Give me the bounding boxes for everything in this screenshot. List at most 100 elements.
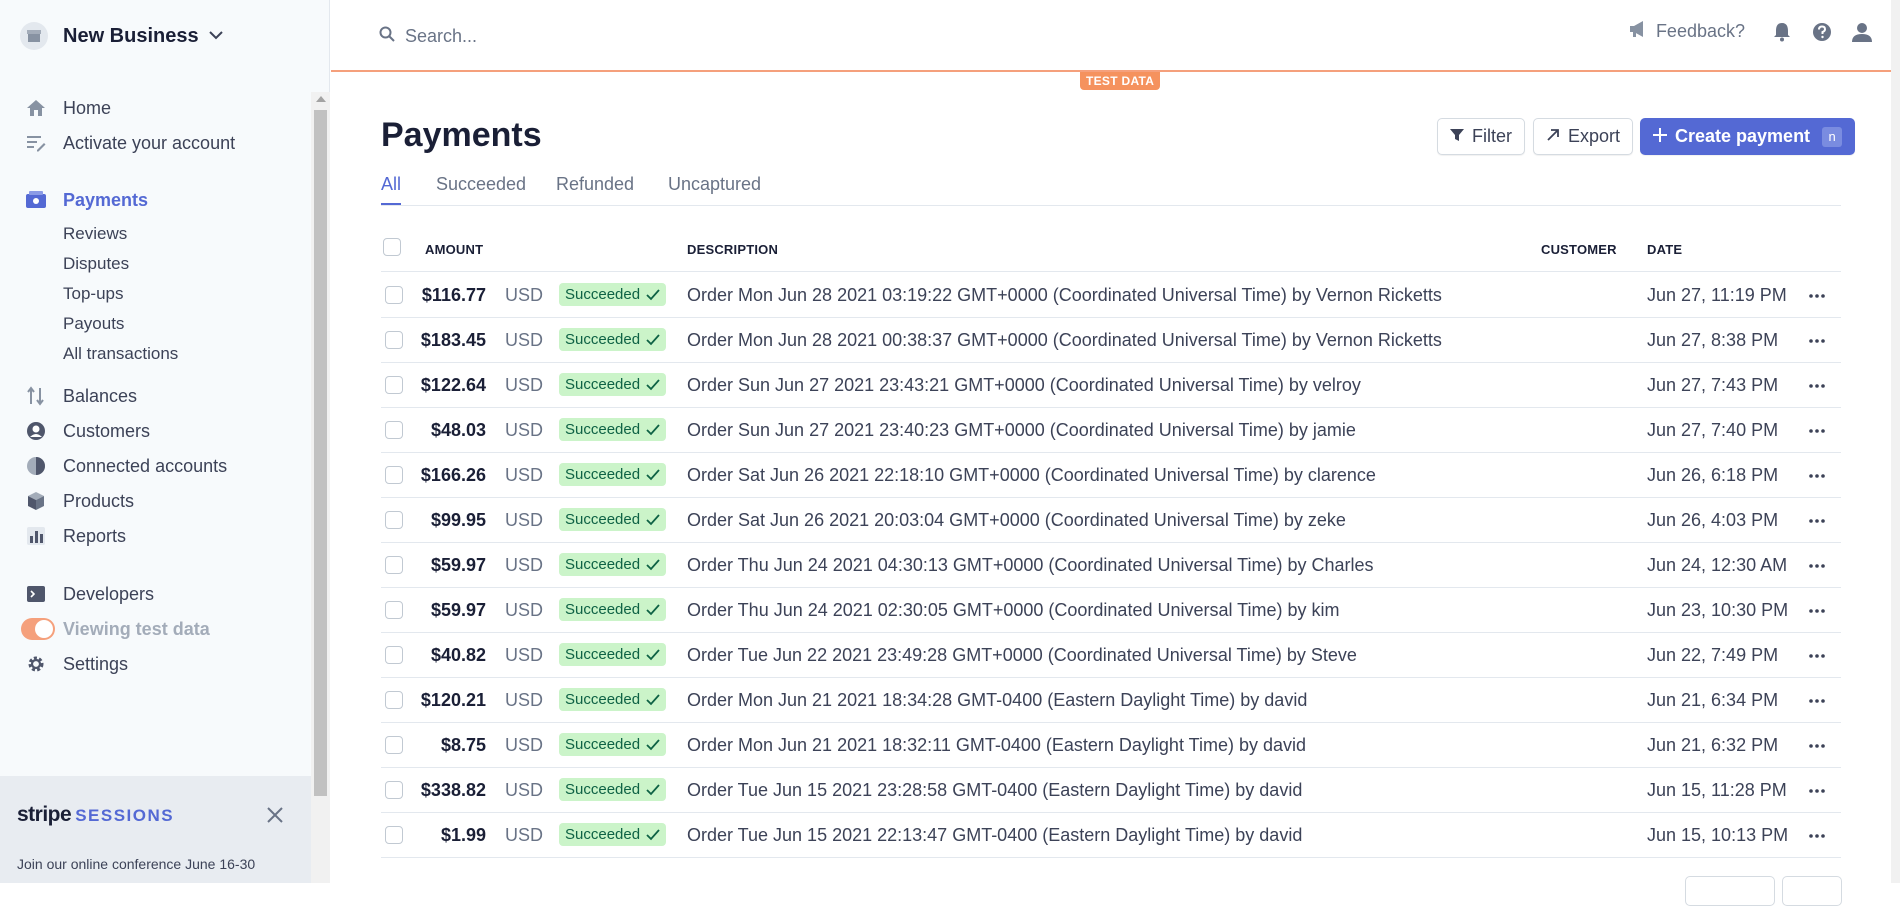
table-row[interactable]: $1.99 USD Succeeded Order Tue Jun 15 2021 2… xyxy=(381,813,1841,858)
table-row[interactable]: $183.45 USD Succeeded Order Mon Jun 28 2021… xyxy=(381,318,1841,363)
nav-balances[interactable]: Balances xyxy=(0,382,310,410)
keyboard-shortcut-hint: n xyxy=(1822,126,1843,147)
checkmark-icon xyxy=(646,288,660,300)
checkmark-icon xyxy=(646,468,660,480)
nav-developers[interactable]: Developers xyxy=(0,580,310,608)
payment-currency: USD xyxy=(505,825,544,845)
more-actions-icon[interactable] xyxy=(1805,377,1829,395)
create-payment-button[interactable]: Create payment n xyxy=(1640,118,1856,155)
checkmark-icon xyxy=(646,828,660,840)
more-actions-icon[interactable] xyxy=(1805,557,1829,575)
bell-icon[interactable] xyxy=(1771,21,1793,43)
row-checkbox[interactable] xyxy=(385,826,403,844)
table-row[interactable]: $59.97 USD Succeeded Order Thu Jun 24 2021 … xyxy=(381,588,1841,633)
close-icon[interactable] xyxy=(264,804,286,826)
column-amount[interactable]: AMOUNT xyxy=(425,242,483,257)
scroll-up-icon[interactable] xyxy=(316,96,326,102)
test-data-switch[interactable] xyxy=(21,618,55,640)
more-actions-icon[interactable] xyxy=(1805,782,1829,800)
table-row[interactable]: $338.82 USD Succeeded Order Tue Jun 15 2021… xyxy=(381,768,1841,813)
more-actions-icon[interactable] xyxy=(1805,467,1829,485)
nav-customers-label: Customers xyxy=(63,420,151,441)
tab-uncaptured[interactable]: Uncaptured xyxy=(668,174,761,203)
row-checkbox[interactable] xyxy=(385,691,403,709)
column-customer[interactable]: CUSTOMER xyxy=(1541,242,1617,257)
row-checkbox[interactable] xyxy=(385,646,403,664)
payment-currency: USD xyxy=(505,330,544,350)
tab-all[interactable]: All xyxy=(381,174,402,205)
row-checkbox[interactable] xyxy=(385,421,403,439)
tab-succeeded[interactable]: Succeeded xyxy=(436,174,526,203)
nav-activate-account[interactable]: Activate your account xyxy=(0,129,310,157)
payment-description: Order Mon Jun 28 2021 03:19:22 GMT+0000 … xyxy=(687,285,1442,305)
search-input[interactable]: Search... xyxy=(379,26,477,47)
status-badge: Succeeded xyxy=(559,283,667,306)
nav-customers[interactable]: Customers xyxy=(0,417,310,445)
help-icon[interactable] xyxy=(1811,21,1833,43)
feedback-button[interactable]: Feedback? xyxy=(1628,20,1745,43)
status-label: Succeeded xyxy=(565,646,641,663)
table-row[interactable]: $120.21 USD Succeeded Order Mon Jun 21 2021… xyxy=(381,678,1841,723)
sidebar-scrollbar[interactable] xyxy=(311,92,330,883)
nav-disputes[interactable]: Disputes xyxy=(63,254,129,274)
status-badge: Succeeded xyxy=(559,643,667,666)
account-icon[interactable] xyxy=(1851,21,1873,43)
export-button[interactable]: Export xyxy=(1533,118,1634,155)
table-row[interactable]: $8.75 USD Succeeded Order Mon Jun 21 2021 1… xyxy=(381,723,1841,768)
table-row[interactable]: $122.64 USD Succeeded Order Sun Jun 27 2021… xyxy=(381,363,1841,408)
row-checkbox[interactable] xyxy=(385,466,403,484)
table-row[interactable]: $99.95 USD Succeeded Order Sat Jun 26 2021 … xyxy=(381,498,1841,543)
nav-all-transactions[interactable]: All transactions xyxy=(63,344,178,364)
row-checkbox[interactable] xyxy=(385,376,403,394)
row-checkbox[interactable] xyxy=(385,286,403,304)
megaphone-icon xyxy=(1628,20,1648,43)
select-all-checkbox[interactable] xyxy=(383,238,401,256)
nav-top-ups[interactable]: Top-ups xyxy=(63,284,123,304)
viewing-test-data-toggle[interactable]: Viewing test data xyxy=(0,615,310,643)
table-row[interactable]: $40.82 USD Succeeded Order Tue Jun 22 2021 … xyxy=(381,633,1841,678)
nav-products[interactable]: Products xyxy=(0,487,310,515)
more-actions-icon[interactable] xyxy=(1805,512,1829,530)
payments-icon xyxy=(25,189,47,211)
nav-reviews[interactable]: Reviews xyxy=(63,224,127,244)
column-description[interactable]: DESCRIPTION xyxy=(687,242,778,257)
nav-connected-label: Connected accounts xyxy=(63,455,228,476)
more-actions-icon[interactable] xyxy=(1805,602,1829,620)
row-checkbox[interactable] xyxy=(385,781,403,799)
nav-payments-label: Payments xyxy=(63,189,149,210)
table-row[interactable]: $116.77 USD Succeeded Order Mon Jun 28 2021… xyxy=(381,273,1841,318)
more-actions-icon[interactable] xyxy=(1805,827,1829,845)
more-actions-icon[interactable] xyxy=(1805,422,1829,440)
more-actions-icon[interactable] xyxy=(1805,287,1829,305)
row-checkbox[interactable] xyxy=(385,601,403,619)
more-actions-icon[interactable] xyxy=(1805,332,1829,350)
nav-connected-accounts[interactable]: Connected accounts xyxy=(0,452,310,480)
main-scrollbar[interactable] xyxy=(1891,0,1900,883)
row-checkbox[interactable] xyxy=(385,331,403,349)
tab-refunded[interactable]: Refunded xyxy=(556,174,634,203)
table-row[interactable]: $166.26 USD Succeeded Order Sat Jun 26 2021… xyxy=(381,453,1841,498)
table-row[interactable]: $59.97 USD Succeeded Order Thu Jun 24 2021 … xyxy=(381,543,1841,588)
more-actions-icon[interactable] xyxy=(1805,647,1829,665)
nav-settings[interactable]: Settings xyxy=(0,650,310,678)
payment-date: Jun 15, 10:13 PM xyxy=(1647,825,1789,845)
nav-payouts[interactable]: Payouts xyxy=(63,314,124,334)
status-badge: Succeeded xyxy=(559,823,667,846)
more-actions-icon[interactable] xyxy=(1805,692,1829,710)
nav-reports[interactable]: Reports xyxy=(0,522,310,550)
row-checkbox[interactable] xyxy=(385,556,403,574)
business-switcher[interactable]: New Business xyxy=(20,20,223,52)
next-page-button[interactable] xyxy=(1782,876,1842,906)
table-row[interactable]: $48.03 USD Succeeded Order Sun Jun 27 2021 … xyxy=(381,408,1841,453)
column-date[interactable]: DATE xyxy=(1647,242,1682,257)
nav-payments[interactable]: Payments xyxy=(0,186,310,214)
filter-button[interactable]: Filter xyxy=(1437,118,1525,155)
previous-page-button[interactable] xyxy=(1685,876,1775,906)
nav-home[interactable]: Home xyxy=(0,94,310,122)
viewing-test-data-label: Viewing test data xyxy=(63,618,210,639)
row-checkbox[interactable] xyxy=(385,736,403,754)
more-actions-icon[interactable] xyxy=(1805,737,1829,755)
row-checkbox[interactable] xyxy=(385,511,403,529)
payment-amount: $40.82 xyxy=(430,645,486,665)
sidebar-scroll-thumb[interactable] xyxy=(314,110,327,796)
